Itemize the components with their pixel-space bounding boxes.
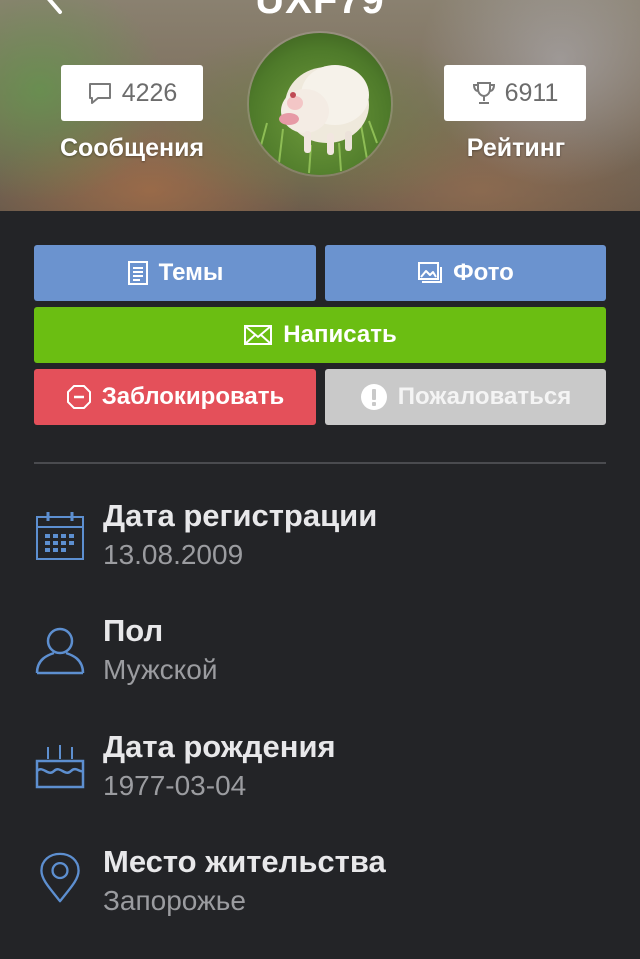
messages-count: 4226 (121, 78, 178, 107)
info-value: 1977-03-04 (103, 770, 247, 801)
user-icon (35, 627, 85, 675)
rating-count: 6911 (504, 78, 559, 107)
info-row-residence: Место жительства Запорожье (0, 844, 640, 934)
profile-header: UXF79 4226 Сообщения 6911 Рейтинг (0, 0, 640, 211)
messages-label: Сообщения (59, 134, 205, 162)
block-user-button[interactable]: Заблокировать (34, 369, 316, 425)
birthday-cake-icon (35, 745, 85, 789)
write-button-label: Написать (283, 321, 397, 348)
chat-bubble-icon (87, 81, 113, 105)
block-octagon-icon (66, 384, 92, 410)
info-value: Запорожье (103, 885, 246, 916)
calendar-icon (36, 512, 84, 560)
info-label: Дата регистрации (103, 498, 378, 533)
info-label: Пол (103, 613, 164, 648)
avatar[interactable] (249, 33, 391, 175)
exclamation-circle-icon (360, 383, 388, 411)
info-value: Мужской (103, 654, 218, 685)
hedgehog-photo (249, 33, 391, 175)
info-label: Дата рождения (103, 729, 336, 764)
topics-button[interactable]: Темы (34, 245, 316, 301)
messages-count-box[interactable]: 4226 (61, 65, 203, 121)
profile-username: UXF79 (255, 0, 385, 22)
rating-count-box[interactable]: 6911 (444, 65, 586, 121)
image-gallery-icon (417, 261, 443, 285)
rating-label: Рейтинг (466, 134, 566, 162)
location-pin-icon (40, 852, 80, 903)
document-icon (127, 260, 149, 286)
photo-button[interactable]: Фото (325, 245, 606, 301)
info-value: 13.08.2009 (103, 539, 244, 570)
info-row-gender: Пол Мужской (0, 613, 640, 703)
write-message-button[interactable]: Написать (34, 307, 606, 363)
report-button-label: Пожаловаться (397, 383, 572, 410)
topics-button-label: Темы (158, 259, 224, 286)
block-button-label: Заблокировать (101, 383, 285, 410)
photo-button-label: Фото (453, 259, 514, 286)
envelope-icon (243, 324, 273, 346)
report-user-button[interactable]: Пожаловаться (325, 369, 606, 425)
info-row-birth-date: Дата рождения 1977-03-04 (0, 729, 640, 819)
section-divider (34, 462, 606, 464)
trophy-icon (472, 80, 496, 106)
info-label: Место жительства (103, 844, 386, 879)
info-row-registration-date: Дата регистрации 13.08.2009 (0, 498, 640, 588)
